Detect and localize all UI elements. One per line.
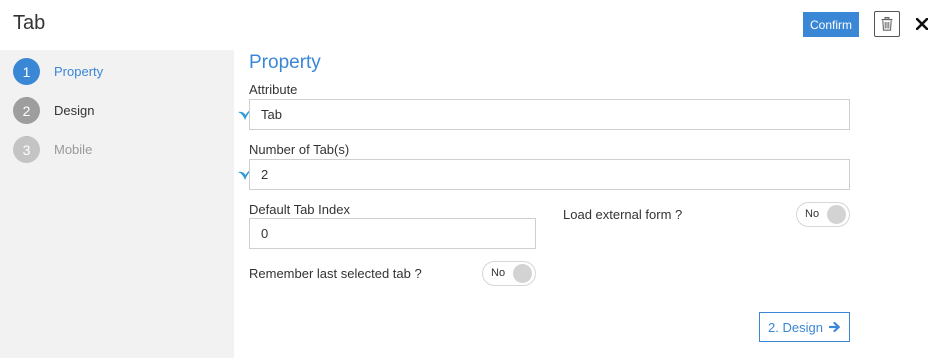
load-external-form-label: Load external form ?	[563, 207, 683, 222]
arrow-right-icon	[828, 321, 840, 333]
trash-icon	[881, 17, 893, 31]
toggle-knob	[513, 264, 532, 283]
step-mobile[interactable]: 3 Mobile	[13, 136, 92, 163]
number-of-tabs-input[interactable]: 2	[249, 159, 850, 190]
step-sidebar: 1 Property 2 Design 3 Mobile	[0, 50, 234, 358]
step-number: 1	[13, 58, 40, 85]
step-number: 3	[13, 136, 40, 163]
remember-last-tab-label: Remember last selected tab ?	[249, 266, 422, 281]
toggle-knob	[827, 205, 846, 224]
toggle-state-text: No	[491, 267, 506, 279]
close-button[interactable]	[913, 14, 931, 34]
step-design[interactable]: 2 Design	[13, 97, 94, 124]
load-external-form-toggle[interactable]: No	[796, 202, 850, 227]
page-title: Tab	[13, 12, 46, 34]
default-tab-index-input[interactable]: 0	[249, 218, 536, 249]
next-button-label: 2. Design	[768, 319, 823, 335]
confirm-button[interactable]: Confirm	[803, 12, 859, 37]
step-label: Design	[54, 103, 95, 118]
attribute-label: Attribute	[249, 82, 298, 97]
attribute-input[interactable]: Tab	[249, 99, 850, 130]
property-form: Property Attribute Tab Number of Tab(s) …	[234, 50, 942, 358]
step-label: Property	[54, 64, 104, 79]
toggle-state-text: No	[805, 208, 820, 220]
default-tab-index-label: Default Tab Index	[249, 202, 350, 217]
delete-button[interactable]	[874, 11, 900, 37]
close-icon	[916, 18, 928, 30]
next-step-design-button[interactable]: 2. Design	[759, 312, 850, 342]
section-title: Property	[249, 52, 321, 73]
header: Tab Confirm	[0, 0, 942, 50]
number-of-tabs-label: Number of Tab(s)	[249, 142, 350, 157]
step-label: Mobile	[54, 142, 93, 157]
step-number: 2	[13, 97, 40, 124]
step-property[interactable]: 1 Property	[13, 58, 103, 85]
remember-last-tab-toggle[interactable]: No	[482, 261, 536, 286]
